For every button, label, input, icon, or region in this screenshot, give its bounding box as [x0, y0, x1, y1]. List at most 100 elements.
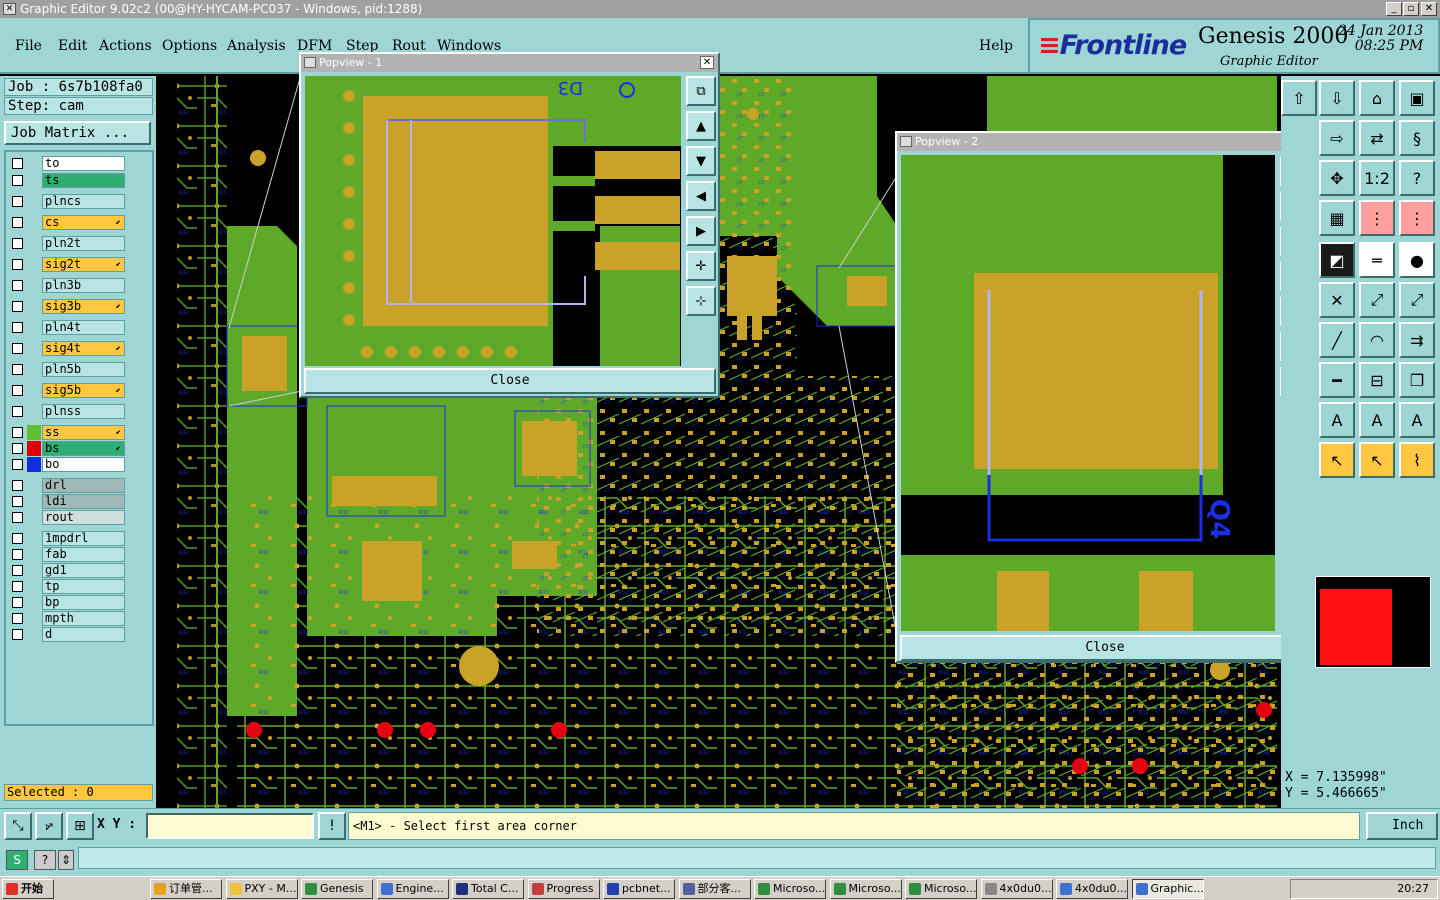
layer-row-drl[interactable]: drl — [8, 478, 128, 493]
layer-checkbox[interactable] — [12, 406, 23, 417]
layer-checkbox[interactable] — [12, 158, 23, 169]
menu-analysis[interactable]: Analysis — [227, 38, 286, 54]
layer-row-pln2t[interactable]: pln2t — [8, 236, 128, 251]
layer-row-1mpdrl[interactable]: 1mpdrl — [8, 531, 128, 546]
maximize-button[interactable]: ▫ — [1403, 2, 1419, 16]
taskbar-item[interactable]: Microso... — [829, 879, 902, 899]
layer-name[interactable]: fab — [42, 547, 125, 562]
text-c-icon[interactable]: A — [1399, 402, 1435, 438]
layer-row-plncs[interactable]: plncs — [8, 194, 128, 209]
layer-color-swatch[interactable] — [27, 611, 41, 626]
layer-name[interactable]: drl — [42, 478, 125, 493]
taskbar-item[interactable]: 4x0du0... — [1056, 879, 1128, 899]
start-button[interactable]: 开始 — [2, 879, 54, 899]
layer-name[interactable]: pln5b — [42, 362, 125, 377]
layer-checkbox[interactable] — [12, 613, 23, 624]
layer-color-swatch[interactable] — [27, 278, 41, 293]
layer-color-swatch[interactable] — [27, 404, 41, 419]
layer-color-swatch[interactable] — [27, 425, 41, 440]
layer-checkbox[interactable] — [12, 385, 23, 396]
popview-1-window[interactable]: Popview - 1 ✕ D3 ⧉ ▲ ▼ ◀ ▶ ✛ ⊹ Close — [299, 52, 720, 398]
pan-left-button[interactable]: ◀ — [686, 181, 716, 211]
layer-name[interactable]: d — [42, 627, 125, 642]
layer-row-to[interactable]: to — [8, 156, 128, 171]
layer-checkbox[interactable] — [12, 343, 23, 354]
layer-row-bo[interactable]: bo — [8, 457, 128, 472]
layer-color-swatch[interactable] — [27, 579, 41, 594]
grid-icon[interactable]: ▦ — [1319, 200, 1355, 236]
close-window-button[interactable]: ✕ — [1421, 2, 1437, 16]
dot-icon[interactable]: ● — [1399, 242, 1435, 278]
layer-name[interactable]: pln4t — [42, 320, 125, 335]
layer-row-ss[interactable]: ss ⬋ — [8, 425, 128, 440]
layer-checkbox[interactable] — [12, 427, 23, 438]
layer-color-swatch[interactable] — [27, 478, 41, 493]
taskbar-item[interactable]: Total C... — [452, 879, 524, 899]
layer-name[interactable]: cs ⬋ — [42, 215, 125, 230]
zoom-area-icon[interactable]: ⤡ — [4, 812, 32, 840]
window-icon[interactable]: ▣ — [1399, 80, 1435, 116]
popview-2-canvas[interactable]: Q4 — [901, 155, 1275, 631]
popview-1-canvas[interactable]: D3 — [305, 76, 681, 366]
layer-color-swatch[interactable] — [27, 341, 41, 356]
layer-row-d[interactable]: d — [8, 627, 128, 642]
layer-name[interactable]: ldi — [42, 494, 125, 509]
layer-checkbox[interactable] — [12, 364, 23, 375]
angle-icon[interactable]: ⦬ — [35, 812, 63, 840]
layer-name[interactable]: tp — [42, 579, 125, 594]
layer-checkbox[interactable] — [12, 301, 23, 312]
pan-icon[interactable]: ✥ — [1319, 160, 1355, 196]
layer-row-pln4t[interactable]: pln4t — [8, 320, 128, 335]
layer-checkbox[interactable] — [12, 217, 23, 228]
layer-color-swatch[interactable] — [27, 441, 41, 456]
layer-row-bp[interactable]: bp — [8, 595, 128, 610]
layer-color-swatch[interactable] — [27, 531, 41, 546]
home-icon[interactable]: ⌂ — [1359, 80, 1395, 116]
layer-row-ts[interactable]: ts — [8, 173, 128, 188]
taskbar-item[interactable]: 订单管... — [150, 879, 222, 899]
layer-name[interactable]: sig5b ⬋ — [42, 383, 125, 398]
script-icon[interactable]: S — [6, 850, 28, 870]
taskbar-item[interactable]: Progress — [527, 879, 600, 899]
zoom-out-icon[interactable]: ⊹ — [686, 286, 716, 316]
layer-name[interactable]: rout — [42, 510, 125, 525]
layer-row-bs[interactable]: bs ⬋ — [8, 441, 128, 456]
layer-checkbox[interactable] — [12, 175, 23, 186]
popview-1-close-icon[interactable]: ✕ — [700, 56, 714, 69]
layer-name[interactable]: sig3b ⬋ — [42, 299, 125, 314]
layer-color-swatch[interactable] — [27, 494, 41, 509]
connect-icon[interactable]: ⋮ — [1399, 200, 1435, 236]
layer-row-gd1[interactable]: gd1 — [8, 563, 128, 578]
pan-down-button[interactable]: ▼ — [686, 146, 716, 176]
layer-color-swatch[interactable] — [27, 194, 41, 209]
menu-actions[interactable]: Actions — [99, 38, 152, 54]
route-icon[interactable]: ⌇ — [1399, 442, 1435, 478]
text-b-icon[interactable]: A — [1359, 402, 1395, 438]
layer-name[interactable]: pln2t — [42, 236, 125, 251]
snap-icon[interactable]: § — [1399, 120, 1435, 156]
alert-icon[interactable]: ! — [318, 812, 346, 840]
popview-2-window[interactable]: Popview - 2 ✕ Q4 ⧉ ▲ ▼ ◀ ▶ ✛ ⊹ Close — [895, 131, 1315, 663]
layer-row-sig4t[interactable]: sig4t ⬋ — [8, 341, 128, 356]
zoom-in-icon[interactable]: ✛ — [686, 251, 716, 281]
point-to-point-icon[interactable]: ⤢ — [1359, 282, 1395, 318]
scale-1-2-icon[interactable]: 1:2 — [1359, 160, 1395, 196]
layer-color-swatch[interactable] — [27, 383, 41, 398]
move-up-icon[interactable]: ⇧ — [1281, 80, 1317, 116]
layer-checkbox[interactable] — [12, 480, 23, 491]
move-down-icon[interactable]: ⇩ — [1319, 80, 1355, 116]
layer-name[interactable]: pln3b — [42, 278, 125, 293]
layer-color-swatch[interactable] — [27, 457, 41, 472]
taskbar-item[interactable]: pcbnet... — [603, 879, 675, 899]
board-preview[interactable] — [1315, 576, 1431, 668]
layer-row-pln5b[interactable]: pln5b — [8, 362, 128, 377]
taskbar-item[interactable]: Microso... — [754, 879, 826, 899]
layer-checkbox[interactable] — [12, 597, 23, 608]
layer-row-cs[interactable]: cs ⬋ — [8, 215, 128, 230]
layer-checkbox[interactable] — [12, 512, 23, 523]
layer-checkbox[interactable] — [12, 549, 23, 560]
layer-name[interactable]: ss ⬋ — [42, 425, 125, 440]
text-a-icon[interactable]: A — [1319, 402, 1355, 438]
layer-name[interactable]: bp — [42, 595, 125, 610]
align-icon[interactable]: ⇉ — [1399, 322, 1435, 358]
